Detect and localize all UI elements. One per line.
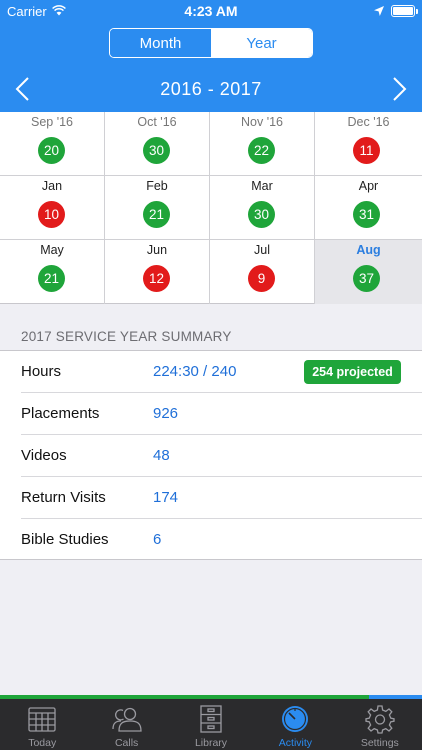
- month-cell[interactable]: Apr 31: [315, 176, 422, 240]
- tab-library[interactable]: Library: [169, 699, 253, 750]
- summary-row-value: 48: [153, 447, 170, 464]
- month-label: Aug: [356, 243, 381, 257]
- month-count-badge: 10: [38, 201, 65, 228]
- tab-activity[interactable]: Activity: [253, 699, 337, 750]
- chevron-right-icon[interactable]: [388, 76, 410, 102]
- summary-row[interactable]: Bible Studies 6: [0, 519, 422, 561]
- summary-row-label: Videos: [21, 447, 67, 464]
- summary-row-value: 926: [153, 405, 179, 422]
- summary-row-value: 6: [153, 531, 162, 548]
- tab-today[interactable]: Today: [0, 699, 84, 750]
- month-cell[interactable]: Feb 21: [105, 176, 210, 240]
- clock: 4:23 AM: [184, 3, 238, 19]
- month-cell[interactable]: Sep '16 20: [0, 112, 105, 176]
- tab-bar: Today Calls Library Activity Settings: [0, 699, 422, 750]
- tab-label: Calls: [114, 737, 139, 749]
- tab-label: Settings: [360, 737, 399, 749]
- month-label: May: [40, 243, 64, 257]
- year-navigator: 2016 - 2017: [0, 66, 422, 112]
- people-icon: [111, 707, 142, 732]
- month-cell[interactable]: Mar 30: [210, 176, 315, 240]
- tab-label: Library: [194, 737, 228, 749]
- month-cell[interactable]: Oct '16 30: [105, 112, 210, 176]
- summary-section-header: 2017 SERVICE YEAR SUMMARY: [21, 329, 232, 344]
- month-label: Jun: [146, 243, 168, 257]
- month-label: Mar: [251, 179, 273, 193]
- cabinet-icon: [200, 705, 222, 733]
- summary-row[interactable]: Placements 926: [0, 393, 422, 435]
- summary-row[interactable]: Hours 224:30 / 240 254 projected: [0, 351, 422, 393]
- projected-hours-badge: 254 projected: [304, 360, 401, 384]
- month-count-badge: 11: [353, 137, 380, 164]
- status-bar: Carrier 4:23 AM: [0, 0, 422, 22]
- year-range-title: 2016 - 2017: [160, 79, 262, 99]
- summary-row-label: Return Visits: [21, 489, 106, 506]
- month-year-toggle[interactable]: Month Year: [109, 28, 313, 58]
- summary-row[interactable]: Videos 48: [0, 435, 422, 477]
- stopwatch-icon: [282, 706, 309, 732]
- tab-label: Today: [28, 737, 57, 749]
- location-arrow-icon: [374, 6, 384, 16]
- month-count-badge: 12: [143, 265, 170, 292]
- summary-row-value: 224:30 / 240: [153, 363, 237, 380]
- month-cell[interactable]: May 21: [0, 240, 105, 304]
- gear-icon: [365, 705, 395, 734]
- month-count-badge: 30: [143, 137, 170, 164]
- month-label: Apr: [358, 179, 379, 193]
- month-label: Jan: [41, 179, 63, 193]
- month-label: Sep '16: [30, 115, 73, 129]
- month-label: Jul: [254, 243, 270, 257]
- battery-icon: [391, 5, 418, 17]
- month-cell[interactable]: Dec '16 11: [315, 112, 422, 176]
- month-count-badge: 21: [143, 201, 170, 228]
- month-label: Oct '16: [137, 115, 177, 129]
- month-label: Dec '16: [347, 115, 390, 129]
- tab-calls[interactable]: Calls: [84, 699, 168, 750]
- month-count-badge: 20: [38, 137, 65, 164]
- tab-settings[interactable]: Settings: [338, 699, 422, 750]
- summary-row-label: Placements: [21, 405, 100, 422]
- segment-year[interactable]: Year: [211, 29, 312, 57]
- month-grid: Sep '16 20 Oct '16 30 Nov '16 22 Dec '16 11 Jan 1…: [0, 112, 422, 304]
- summary-row[interactable]: Return Visits 174: [0, 477, 422, 519]
- month-cell[interactable]: Jul 9: [210, 240, 315, 304]
- tab-label: Activity: [278, 737, 313, 749]
- header: Carrier 4:23 AM Month Year 2016 - 2017: [0, 0, 422, 112]
- summary-table: Hours 224:30 / 240 254 projected Placements…: [0, 350, 422, 560]
- calendar-icon: [28, 707, 56, 732]
- month-count-badge: 22: [248, 137, 275, 164]
- summary-row-label: Hours: [21, 363, 62, 380]
- segment-month[interactable]: Month: [110, 29, 211, 57]
- month-count-badge: 31: [353, 201, 380, 228]
- month-count-badge: 30: [248, 201, 275, 228]
- month-cell[interactable]: Aug 37: [315, 240, 422, 304]
- month-cell[interactable]: Jan 10: [0, 176, 105, 240]
- month-count-badge: 37: [353, 265, 380, 292]
- month-count-badge: 21: [38, 265, 65, 292]
- month-cell[interactable]: Nov '16 22: [210, 112, 315, 176]
- month-label: Nov '16: [241, 115, 283, 129]
- month-label: Feb: [146, 179, 168, 193]
- summary-row-label: Bible Studies: [21, 531, 109, 548]
- summary-row-value: 174: [153, 489, 179, 506]
- month-cell[interactable]: Jun 12: [105, 240, 210, 304]
- month-count-badge: 9: [248, 265, 275, 292]
